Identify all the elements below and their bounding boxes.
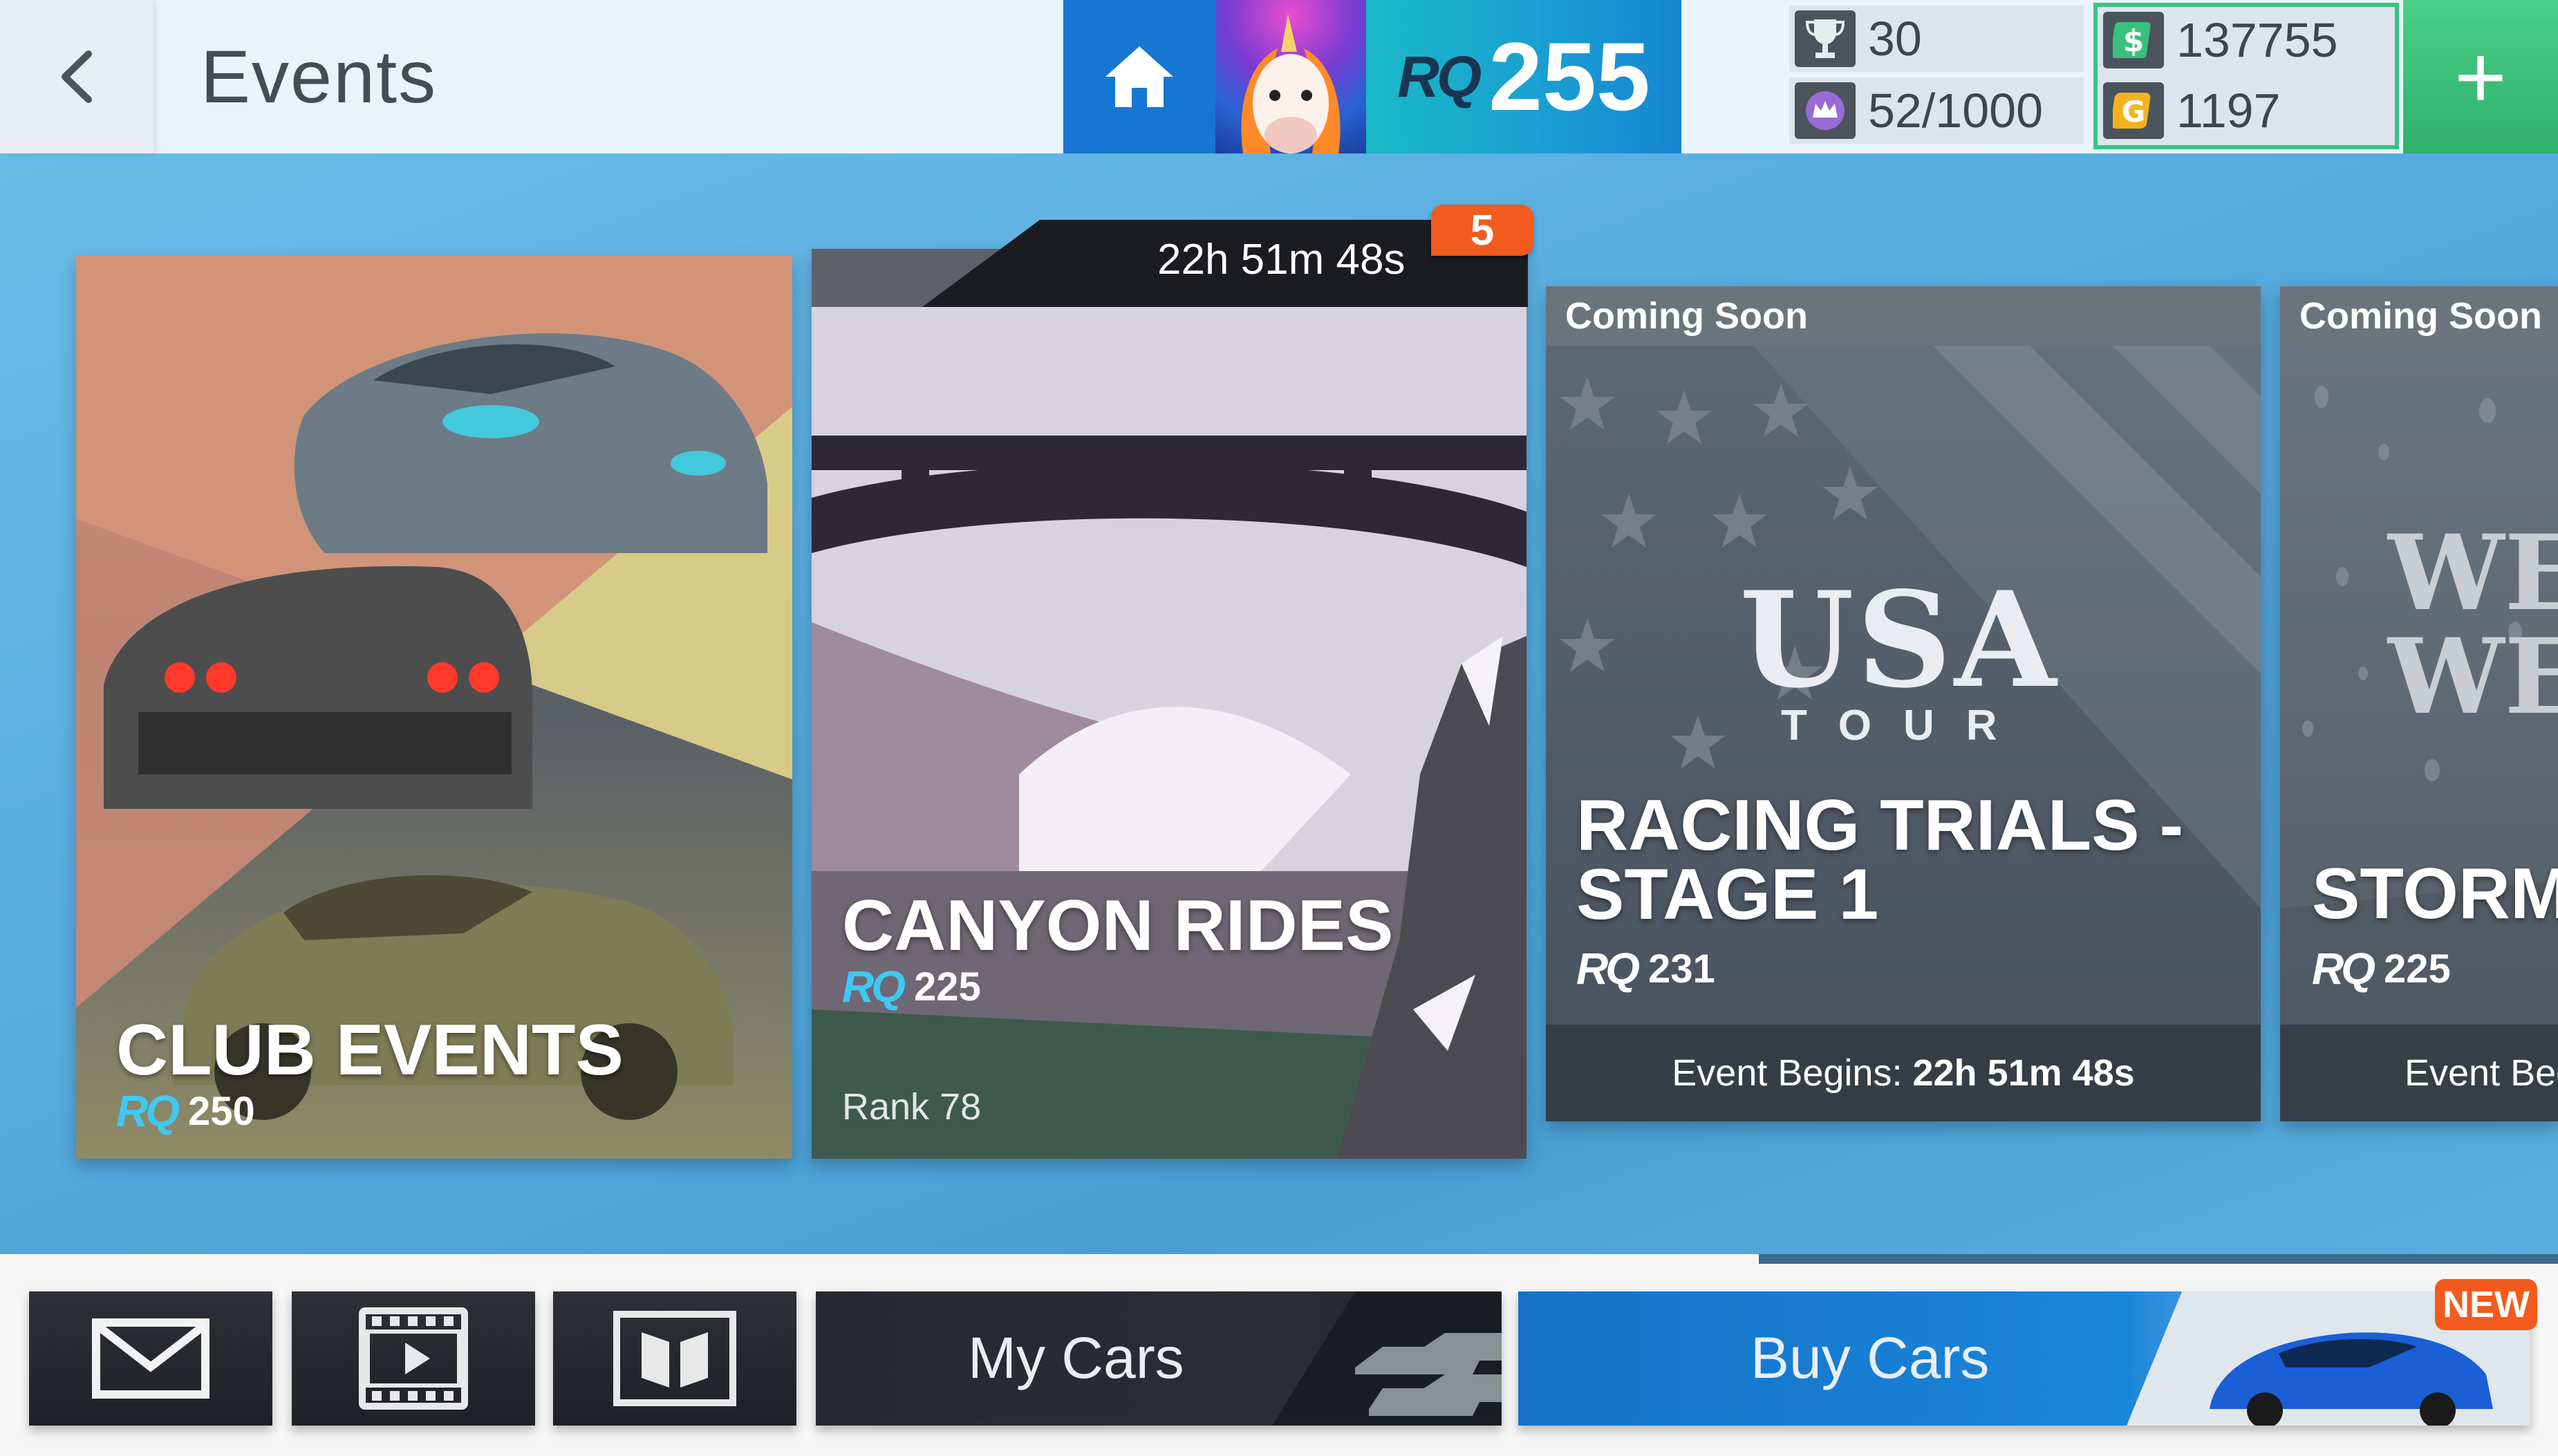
rq-logo: RQ [1576,944,1640,993]
avatar[interactable] [1215,0,1366,153]
sports-car-icon [2127,1291,2530,1426]
event-timer: 22h 51m 48s [1157,236,1406,283]
wet-art-line: WEAT [2388,616,2558,738]
home-icon [1105,46,1173,107]
racing-trials-card[interactable]: Coming Soon USA TOUR RACING TRIALS - STA… [1546,286,2261,1121]
wet-art-line: WET [2388,512,2558,634]
rq-value: 255 [1488,22,1650,131]
scroll-indicator[interactable] [1759,1254,2558,1264]
rq-value: 225 [2384,946,2451,991]
club-events-card[interactable]: CLUB EVENTS RQ 250 [76,256,792,1159]
gold-counter: G 1197 [2098,77,2395,144]
cash-icon: $ [2103,12,2164,68]
cash-amount: 137755 [2176,13,2338,67]
crown-count: 52/1000 [1868,84,2044,138]
guide-button[interactable] [553,1291,796,1426]
card-title-line: RACING TRIALS - [1576,785,2184,866]
rq-value: 250 [188,1088,255,1134]
rq-logo: RQ [116,1086,180,1136]
card-title-line: STAGE 1 [1576,855,1879,935]
event-timer-banner: 22h 51m 48s [812,220,1528,307]
trophy-count: 30 [1868,12,1922,66]
svg-text:G: G [2122,95,2145,129]
mail-icon [92,1318,209,1399]
rq-rating-box: RQ 255 [1366,0,1681,153]
chevron-left-icon [62,50,92,103]
wet-weather-art-title: WET WEAT [2388,521,2558,729]
event-begins-footer: Event Begins: 22h 51m 48s [1546,1025,2261,1121]
gold-amount: 1197 [2176,84,2281,138]
event-begins-time: 22h 51m 48s [1912,1052,2135,1094]
back-button[interactable] [0,0,153,153]
crown-icon [1795,82,1856,139]
card-title: STORM [2312,854,2558,934]
svg-text:$: $ [2123,24,2145,59]
event-begins-label: Event Beg [2405,1052,2558,1094]
film-icon [359,1307,468,1410]
home-button[interactable] [1063,0,1215,153]
storm-event-card[interactable]: Coming Soon WET WEAT STORM RQ 225 Event … [2280,286,2558,1121]
rq-logo: RQ [2312,944,2375,993]
tour-art-subtitle: TOUR [1781,702,2029,749]
trophy-counter: 30 [1789,6,2084,72]
gold-icon: G [2103,82,2164,139]
card-title: CLUB EVENTS [116,1010,624,1090]
card-rq: RQ 250 [116,1085,255,1137]
card-rq: RQ 225 [2312,943,2451,994]
status-banner: Coming Soon [1546,286,2261,346]
event-begins-footer: Event Beg [2280,1025,2558,1121]
rq-value: 225 [914,964,981,1009]
buy-cars-label: Buy Cars [1751,1325,1990,1390]
card-rq: RQ 225 [842,961,981,1012]
unicorn-avatar-icon [1241,14,1341,153]
cash-counter: $ 137755 [2098,7,2395,73]
my-cars-button[interactable]: My Cars [816,1291,1502,1426]
trophy-icon [1795,10,1856,67]
videos-button[interactable] [292,1291,535,1426]
new-badge: NEW [2435,1279,2537,1330]
canyon-artwork [812,249,1527,1159]
my-cars-label: My Cars [968,1325,1184,1390]
add-currency-button[interactable]: + [2403,0,2558,153]
rq-logo: RQ [842,962,906,1011]
canyon-rides-card[interactable]: CANYON RIDES RQ 225 Rank 78 [812,249,1527,1159]
usa-art-title: USA [1739,563,2060,717]
buy-cars-button[interactable]: Buy Cars [1518,1291,2530,1426]
rq-logo: RQ [1397,44,1482,109]
event-count-badge: 5 [1431,205,1533,256]
mail-button[interactable] [29,1291,272,1426]
card-title: RACING TRIALS - STAGE 1 [1576,785,2184,935]
rq-value: 231 [1648,946,1715,991]
event-begins-label: Event Begins: [1672,1052,1903,1094]
crown-counter: 52/1000 [1789,77,2084,144]
card-rq: RQ 231 [1576,943,1715,994]
book-icon [613,1311,736,1406]
status-banner: Coming Soon [2280,286,2558,346]
rank-label: Rank 78 [842,1086,982,1128]
page-title: Events [200,35,438,118]
card-title: CANYON RIDES [842,886,1394,966]
